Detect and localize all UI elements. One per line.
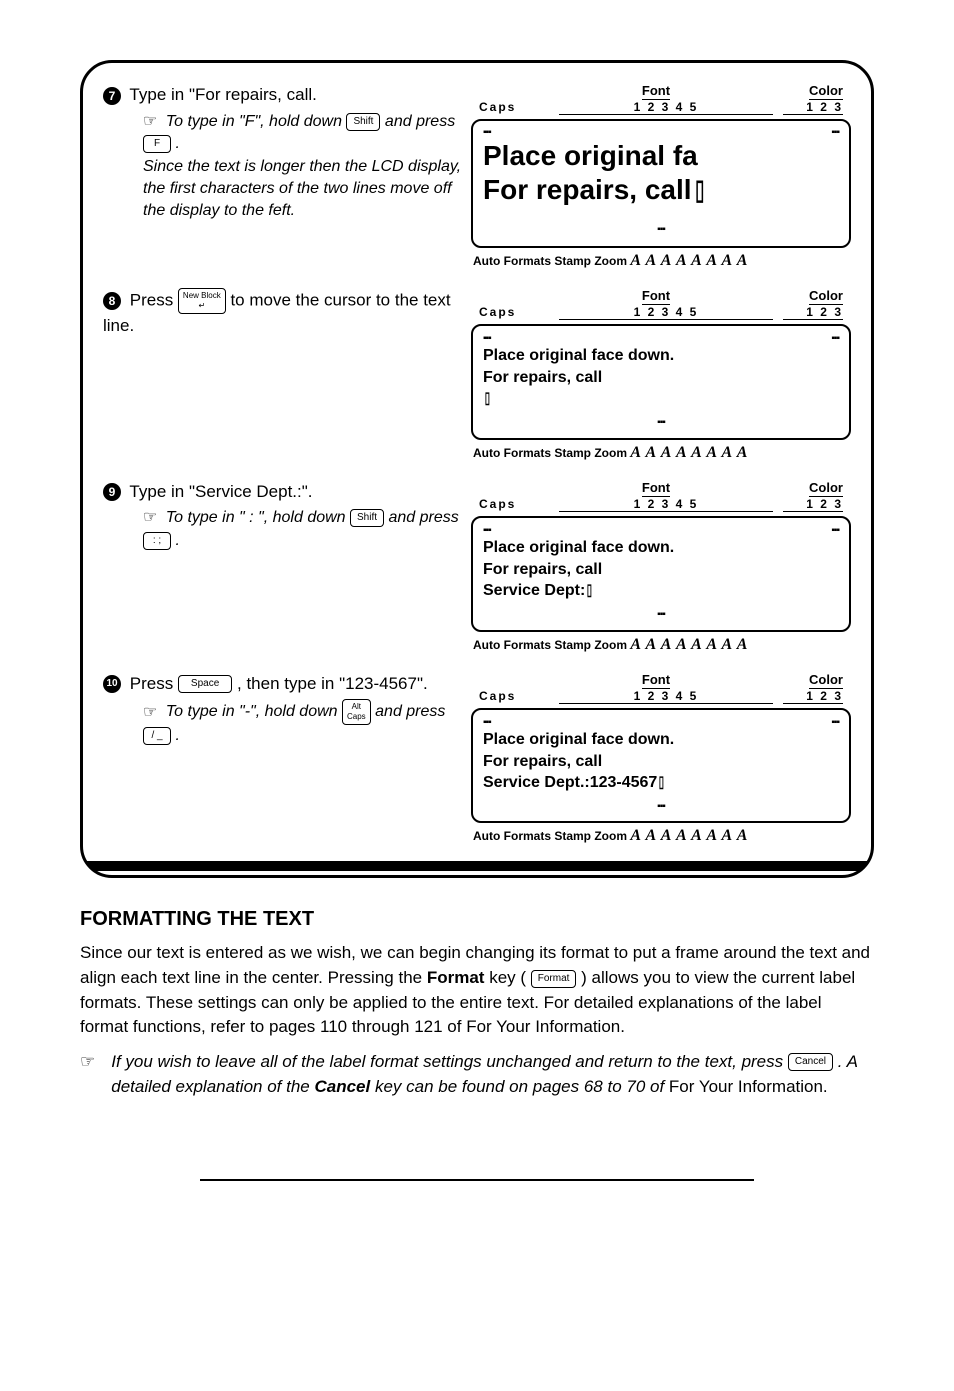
- step-number-7: 7: [103, 87, 121, 105]
- step10-note-mid: and press: [375, 704, 445, 721]
- f-key: F: [143, 135, 171, 153]
- pointer-icon: ☞: [143, 113, 157, 130]
- step10-note-pre: To type in "-", hold down: [166, 704, 342, 721]
- slash-underscore-key: / _: [143, 727, 171, 745]
- shift-key: Shift: [350, 509, 384, 527]
- instruction-panel: 7 Type in "For repairs, call. ☞ To type …: [80, 60, 874, 878]
- step-number-10: 10: [103, 675, 121, 693]
- step-10: 10 Press Space , then type in "123-4567"…: [103, 672, 851, 846]
- step-number-9: 9: [103, 483, 121, 501]
- lcd-display-10: Font Color Caps 1 2 3 4 5 1 2 3 ▪▪▪▪▪▪ P…: [471, 672, 851, 846]
- pointer-icon: ☞: [143, 509, 157, 526]
- step10-note-post: .: [175, 727, 179, 744]
- step-7: 7 Type in "For repairs, call. ☞ To type …: [103, 83, 851, 270]
- format-key: Format: [531, 970, 577, 988]
- alt-caps-key: AltCaps: [342, 699, 371, 725]
- step7-note-a-mid: and press: [385, 113, 455, 130]
- step8-pre: Press: [130, 290, 178, 309]
- step7-note-a-post: .: [175, 135, 179, 152]
- newblock-key: New Block↵: [178, 288, 226, 314]
- step7-note-a-pre: To type in "F", hold down: [166, 113, 347, 130]
- section-footnote: ☞ If you wish to leave all of the label …: [80, 1050, 874, 1099]
- section-heading: FORMATTING THE TEXT: [80, 908, 874, 931]
- step-8: 8 Press New Block↵ to move the cursor to…: [103, 288, 851, 462]
- shift-key: Shift: [346, 113, 380, 131]
- cancel-key: Cancel: [788, 1053, 833, 1071]
- step7-note-b: Since the text is longer then the LCD di…: [143, 158, 461, 220]
- step10-pre: Press: [130, 674, 178, 693]
- pointer-icon: ☞: [143, 704, 157, 721]
- lcd-display-9: Font Color Caps 1 2 3 4 5 1 2 3 ▪▪▪▪▪▪ P…: [471, 480, 851, 654]
- step-9: 9 Type in "Service Dept.:". ☞ To type in…: [103, 480, 851, 654]
- footer-rule: [200, 1179, 754, 1181]
- lcd-display-7: Font Color Caps 1 2 3 4 5 1 2 3 ▪▪▪▪▪▪ P…: [471, 83, 851, 270]
- lcd-display-8: Font Color Caps 1 2 3 4 5 1 2 3 ▪▪▪▪▪▪ P…: [471, 288, 851, 462]
- colon-key: : ;: [143, 532, 171, 550]
- step7-instruction: Type in "For repairs, call.: [129, 85, 316, 104]
- space-key: Space: [178, 675, 232, 693]
- pointer-icon: ☞: [80, 1050, 95, 1099]
- section-body: Since our text is entered as we wish, we…: [80, 941, 874, 1040]
- step9-note-mid: and press: [388, 509, 458, 526]
- step-number-8: 8: [103, 292, 121, 310]
- step9-instruction: Type in "Service Dept.:".: [129, 482, 312, 501]
- step10-post: , then type in "123-4567".: [237, 674, 428, 693]
- step9-note-pre: To type in " : ", hold down: [166, 509, 350, 526]
- step9-note-post: .: [175, 532, 179, 549]
